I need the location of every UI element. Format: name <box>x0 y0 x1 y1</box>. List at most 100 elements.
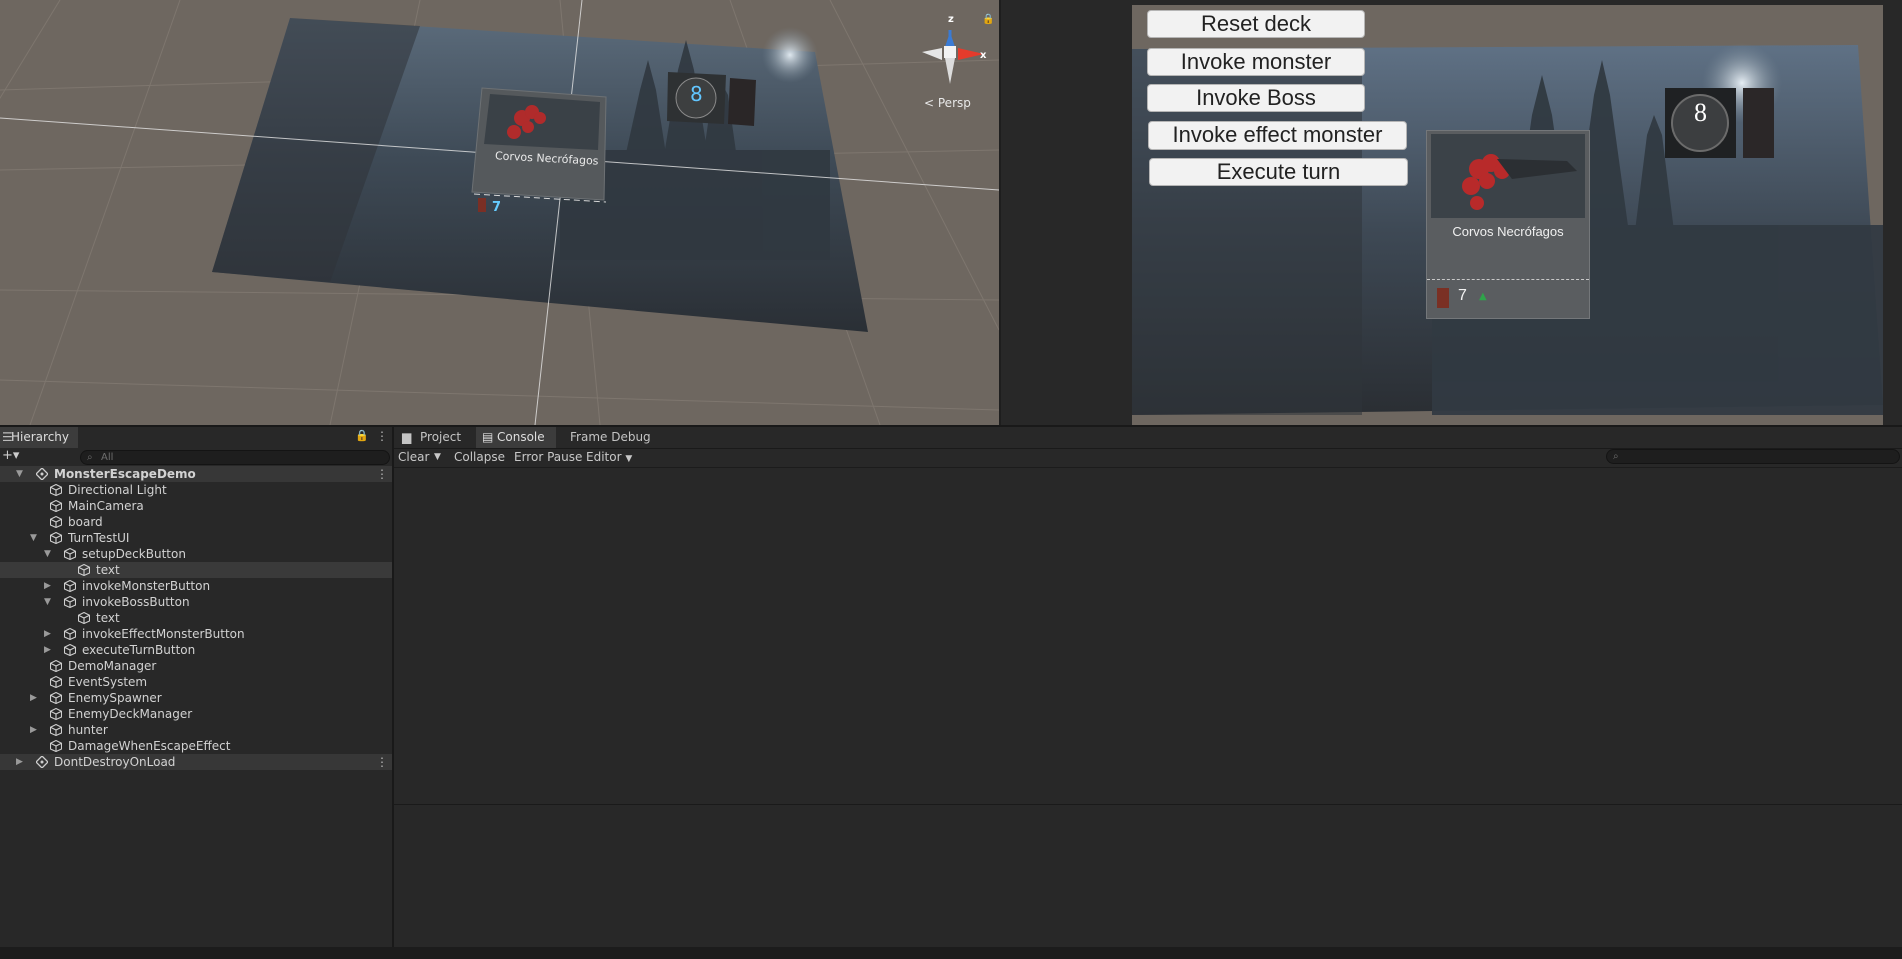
lock-icon[interactable]: 🔒 <box>982 14 994 25</box>
expand-right-icon[interactable]: ▶ <box>44 626 54 642</box>
turn-number: 8 <box>1694 98 1707 127</box>
game-view[interactable]: Corvos Necrófagos 7 ▲ 8 Reset deck Invok… <box>1001 0 1902 425</box>
invoke-effect-monster-button[interactable]: Invoke effect monster <box>1148 121 1407 150</box>
more-icon[interactable]: ⋮ <box>376 754 388 770</box>
tab-project-label: Project <box>420 430 462 444</box>
hierarchy-item-enemy-spawner[interactable]: ▶ EnemySpawner <box>0 690 392 706</box>
console-icon: ▤ <box>482 430 494 444</box>
monster-card[interactable]: Corvos Necrófagos 7 ▲ <box>1426 130 1590 319</box>
crow-art <box>1431 134 1585 218</box>
hierarchy-item-label: Directional Light <box>68 483 167 497</box>
tab-project[interactable]: ▆ Project <box>400 427 476 448</box>
gameobject-cube-icon <box>50 532 62 544</box>
hierarchy-search-input[interactable]: ⌕ All <box>80 450 390 465</box>
scene-view[interactable]: z x 🔒 < Persp Corvos Necrófagos 7 8 <box>0 0 1001 425</box>
heal-icon: ▲ <box>1479 291 1487 302</box>
expand-down-icon[interactable]: ▼ <box>30 530 40 546</box>
error-pause-toggle[interactable]: Error Pause <box>514 448 582 466</box>
gameobject-cube-icon <box>50 724 62 736</box>
hierarchy-item-enemy-deck-manager[interactable]: EnemyDeckManager <box>0 706 392 722</box>
hierarchy-item-label: EventSystem <box>68 675 148 689</box>
collapse-toggle[interactable]: Collapse <box>454 448 505 466</box>
editor-dropdown[interactable]: Editor ▼ <box>586 448 632 466</box>
perspective-toggle[interactable]: < Persp <box>924 96 971 110</box>
hierarchy-item-directional-light[interactable]: Directional Light <box>0 482 392 498</box>
expand-right-icon[interactable]: ▶ <box>16 754 26 770</box>
gameobject-cube-icon <box>50 484 62 496</box>
expand-down-icon[interactable]: ▼ <box>44 594 54 610</box>
gameobject-cube-icon <box>64 628 76 640</box>
hierarchy-item-scene-monster-escape-demo[interactable]: ▼ MonsterEscapeDemo ⋮ <box>0 466 392 482</box>
invoke-boss-button[interactable]: Invoke Boss <box>1147 84 1365 112</box>
folder-icon: ▆ <box>402 430 412 444</box>
clear-button[interactable]: Clear <box>398 448 429 466</box>
hierarchy-panel[interactable]: ☰ Hierarchy 🔒 ⋮ +▾ ⌕ All ▼ MonsterEscapeD… <box>0 427 392 947</box>
hierarchy-item-setup-deck-button-node[interactable]: ▼ setupDeckButton <box>0 546 392 562</box>
expand-right-icon[interactable]: ▶ <box>30 722 40 738</box>
add-icon[interactable]: +▾ <box>2 448 19 463</box>
gameobject-cube-icon <box>64 580 76 592</box>
tab-frame-debug[interactable]: Frame Debug <box>562 427 652 448</box>
unity-scene-icon <box>36 468 48 480</box>
hierarchy-item-execute-turn-button-node[interactable]: ▶ executeTurnButton <box>0 642 392 658</box>
gameobject-cube-icon <box>64 644 76 656</box>
card-name: Corvos Necrófagos <box>1452 224 1564 239</box>
status-bar <box>0 947 1902 959</box>
hierarchy-item-scene-dont-destroy-on-load[interactable]: ▶ DontDestroyOnLoad ⋮ <box>0 754 392 770</box>
gameobject-cube-icon <box>50 708 62 720</box>
console-search-input[interactable]: ⌕ <box>1606 449 1900 464</box>
axis-gizmo <box>922 30 984 84</box>
more-icon[interactable]: ⋮ <box>376 466 388 482</box>
console-detail-area[interactable] <box>394 805 1902 947</box>
execute-turn-button[interactable]: Execute turn <box>1149 158 1408 186</box>
hierarchy-item-setup-deck-text-node[interactable]: text <box>0 562 392 578</box>
gameobject-cube-icon <box>50 676 62 688</box>
lock-icon[interactable]: 🔒 <box>355 429 369 442</box>
unity-scene-icon <box>36 756 48 768</box>
hierarchy-item-label: setupDeckButton <box>82 547 186 561</box>
clear-options-dropdown[interactable]: ▼ <box>434 448 441 466</box>
deck-slot <box>1743 88 1774 158</box>
expand-right-icon[interactable]: ▶ <box>44 578 54 594</box>
hierarchy-item-label: EnemyDeckManager <box>68 707 193 721</box>
hierarchy-item-event-system[interactable]: EventSystem <box>0 674 392 690</box>
console-log-list[interactable] <box>394 468 1902 804</box>
hierarchy-item-invoke-monster-button-node[interactable]: ▶ invokeMonsterButton <box>0 578 392 594</box>
hierarchy-item-label: DemoManager <box>68 659 157 673</box>
reset-deck-button[interactable]: Reset deck <box>1147 10 1365 38</box>
scene-card-value: 7 <box>492 200 502 215</box>
hierarchy-item-label: TurnTestUI <box>68 531 130 545</box>
hierarchy-item-invoke-boss-text-node[interactable]: text <box>0 610 392 626</box>
hierarchy-item-invoke-effect-monster-button-node[interactable]: ▶ invokeEffectMonsterButton <box>0 626 392 642</box>
hierarchy-item-hunter[interactable]: ▶ hunter <box>0 722 392 738</box>
hierarchy-item-label: DontDestroyOnLoad <box>54 755 176 769</box>
hierarchy-item-label: invokeBossButton <box>82 595 190 609</box>
expand-down-icon[interactable]: ▼ <box>16 466 26 482</box>
more-icon[interactable]: ⋮ <box>376 429 388 443</box>
gameobject-cube-icon <box>50 740 62 752</box>
hierarchy-item-label: DamageWhenEscapeEffect <box>68 739 231 753</box>
expand-down-icon[interactable]: ▼ <box>44 546 54 562</box>
hierarchy-item-board[interactable]: board <box>0 514 392 530</box>
gizmo-x-label: x <box>980 50 987 61</box>
hierarchy-item-main-camera[interactable]: MainCamera <box>0 498 392 514</box>
gameobject-cube-icon <box>64 548 76 560</box>
hierarchy-item-label: EnemySpawner <box>68 691 162 705</box>
expand-right-icon[interactable]: ▶ <box>44 642 54 658</box>
gameobject-cube-icon <box>78 612 90 624</box>
gameobject-cube-icon <box>50 500 62 512</box>
console-panel[interactable]: ▆ Project ▤ Console Frame Debug Clear ▼ … <box>394 427 1902 947</box>
search-icon: ⌕ <box>87 452 93 463</box>
tab-console[interactable]: ▤ Console <box>476 427 556 448</box>
hierarchy-item-turn-test-ui[interactable]: ▼ TurnTestUI <box>0 530 392 546</box>
expand-right-icon[interactable]: ▶ <box>30 690 40 706</box>
hierarchy-tree[interactable]: ▼ MonsterEscapeDemo ⋮ Directional Light Main… <box>0 466 392 946</box>
tab-hierarchy[interactable]: ☰ Hierarchy <box>0 427 78 448</box>
hierarchy-item-label: board <box>68 515 103 529</box>
hierarchy-item-damage-when-escape-effect[interactable]: DamageWhenEscapeEffect <box>0 738 392 754</box>
hierarchy-item-demo-manager[interactable]: DemoManager <box>0 658 392 674</box>
gizmo-z-label: z <box>948 14 954 25</box>
card-value: 7 <box>1458 287 1467 304</box>
invoke-monster-button[interactable]: Invoke monster <box>1147 48 1365 76</box>
hierarchy-item-invoke-boss-button-node[interactable]: ▼ invokeBossButton <box>0 594 392 610</box>
